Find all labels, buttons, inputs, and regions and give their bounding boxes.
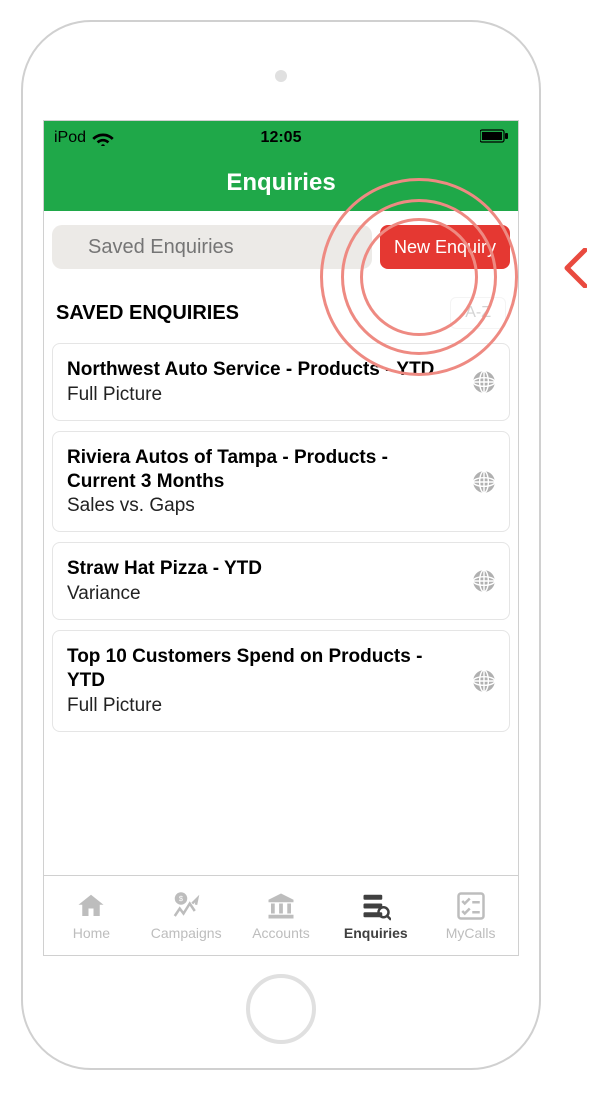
section-header: SAVED ENQUIRIES A-Z: [44, 281, 518, 343]
status-right: [480, 129, 508, 148]
search-wrap: [52, 225, 372, 269]
page-title-bar: Enquiries: [44, 155, 518, 211]
globe-icon: [471, 568, 497, 594]
phone-frame: iPod 12:05 Enquiries: [21, 20, 541, 1070]
list-item-subtitle: Variance: [67, 583, 459, 605]
campaigns-icon: $: [171, 891, 201, 921]
phone-home-button[interactable]: [246, 974, 316, 1044]
list-item-title: Straw Hat Pizza - YTD: [67, 557, 459, 581]
list-item-title: Riviera Autos of Tampa - Products - Curr…: [67, 446, 459, 494]
home-icon: [76, 891, 106, 921]
list-item[interactable]: Riviera Autos of Tampa - Products - Curr…: [52, 431, 510, 533]
tab-label: Home: [73, 925, 110, 941]
search-row: New Enquiry: [44, 211, 518, 281]
tab-label: Campaigns: [151, 925, 222, 941]
tab-label: MyCalls: [446, 925, 496, 941]
tab-label: Enquiries: [344, 925, 408, 941]
globe-icon: [471, 668, 497, 694]
tab-enquiries[interactable]: Enquiries: [328, 876, 423, 955]
tab-bar: Home $ Campaigns Accounts: [44, 875, 518, 955]
tab-home[interactable]: Home: [44, 876, 139, 955]
tab-campaigns[interactable]: $ Campaigns: [139, 876, 234, 955]
accounts-icon: [266, 891, 296, 921]
tab-accounts[interactable]: Accounts: [234, 876, 329, 955]
globe-icon: [471, 469, 497, 495]
list-item-title: Northwest Auto Service - Products - YTD: [67, 358, 459, 382]
tab-mycalls[interactable]: MyCalls: [423, 876, 518, 955]
status-bar: iPod 12:05: [44, 121, 518, 155]
pointer-arrow-icon: [563, 248, 587, 294]
list-item[interactable]: Northwest Auto Service - Products - YTD …: [52, 343, 510, 421]
carrier-label: iPod: [54, 129, 86, 147]
status-left: iPod: [54, 129, 114, 147]
globe-icon: [471, 369, 497, 395]
section-heading: SAVED ENQUIRIES: [56, 302, 239, 325]
mycalls-icon: [456, 891, 486, 921]
list-item-subtitle: Sales vs. Gaps: [67, 495, 459, 517]
enquiries-icon: [361, 891, 391, 921]
page-title: Enquiries: [226, 169, 335, 197]
list-item-subtitle: Full Picture: [67, 695, 459, 717]
phone-speaker: [275, 70, 287, 82]
battery-icon: [480, 129, 508, 143]
wifi-icon: [92, 130, 114, 146]
list-item-title: Top 10 Customers Spend on Products - YTD: [67, 645, 459, 693]
clock-label: 12:05: [261, 129, 302, 147]
search-input[interactable]: [52, 225, 372, 269]
tab-label: Accounts: [252, 925, 310, 941]
sort-toggle[interactable]: A-Z: [450, 297, 506, 329]
list-item-subtitle: Full Picture: [67, 384, 459, 406]
list-item[interactable]: Straw Hat Pizza - YTD Variance: [52, 542, 510, 620]
screen: iPod 12:05 Enquiries: [43, 120, 519, 956]
enquiries-list: Northwest Auto Service - Products - YTD …: [44, 343, 518, 875]
new-enquiry-button[interactable]: New Enquiry: [380, 225, 510, 269]
list-item[interactable]: Top 10 Customers Spend on Products - YTD…: [52, 630, 510, 732]
